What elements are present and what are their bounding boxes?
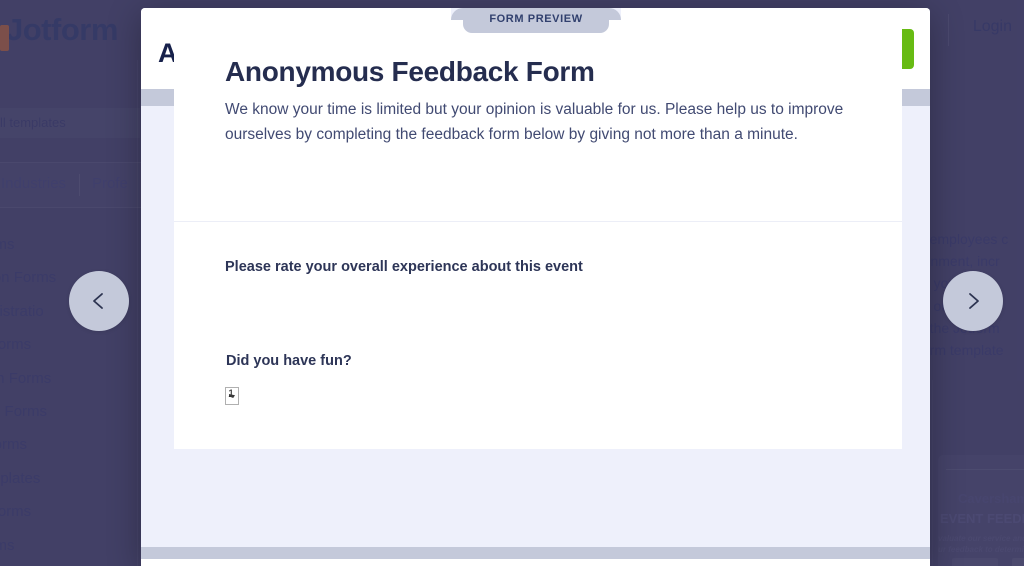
next-template-button[interactable] — [943, 271, 1003, 331]
modal-bottom-strip — [141, 559, 930, 566]
template-preview-modal: Anonymous Feedback Form Use Template FOR… — [141, 8, 930, 566]
modal-footer-band — [141, 547, 930, 559]
tab-form-preview-label: FORM PREVIEW — [489, 13, 583, 25]
tab-notch-left — [451, 8, 463, 20]
form-description: We know your time is limited but your op… — [225, 101, 844, 143]
app-root: Jotform Login ll templates Industries Pr… — [0, 0, 1024, 566]
chevron-left-icon — [93, 293, 103, 309]
broken-image-icon: 1 — [225, 387, 239, 405]
form-divider — [174, 221, 902, 222]
previous-template-button[interactable] — [69, 271, 129, 331]
question-1-label: Please rate your overall experience abou… — [225, 259, 583, 275]
tab-notch-right — [609, 8, 621, 20]
chevron-right-icon — [969, 293, 979, 309]
form-preview-card: Anonymous Feedback Form We know your tim… — [174, 17, 902, 449]
question-2-label: Did you have fun? — [226, 353, 352, 369]
tab-form-preview[interactable]: FORM PREVIEW — [463, 8, 609, 33]
form-heading: Anonymous Feedback Form — [225, 56, 595, 87]
